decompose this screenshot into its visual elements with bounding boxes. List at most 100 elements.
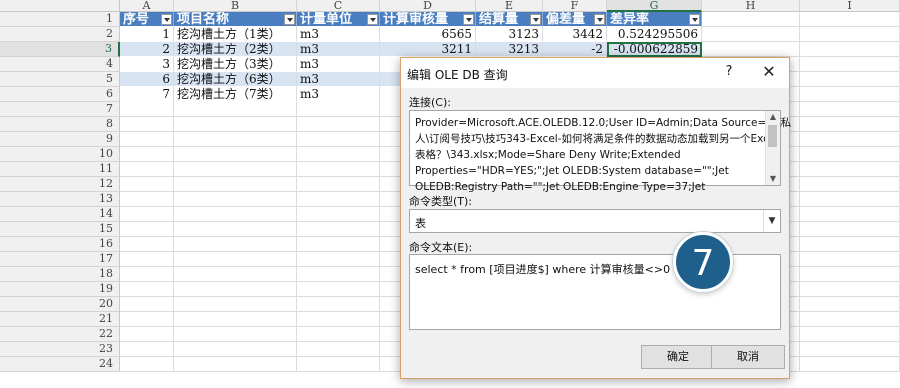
grid-cell[interactable]	[174, 357, 297, 372]
grid-cell[interactable]	[297, 252, 380, 267]
row-header[interactable]: 20	[0, 297, 120, 312]
grid-cell[interactable]	[120, 222, 174, 237]
grid-cell[interactable]	[174, 117, 297, 132]
filter-dropdown-icon[interactable]	[530, 14, 541, 25]
row-header[interactable]: 16	[0, 237, 120, 252]
grid-cell[interactable]	[174, 327, 297, 342]
row-header[interactable]: 17	[0, 252, 120, 267]
grid-cell[interactable]	[702, 42, 800, 57]
filter-dropdown-icon[interactable]	[161, 14, 172, 25]
grid-cell[interactable]	[174, 222, 297, 237]
grid-cell[interactable]	[120, 357, 174, 372]
grid-cell[interactable]	[800, 192, 900, 207]
scroll-up-icon[interactable]: ▲	[766, 111, 780, 123]
grid-cell[interactable]	[800, 327, 900, 342]
grid-cell[interactable]	[120, 237, 174, 252]
column-header-a[interactable]: A	[120, 0, 174, 12]
command-type-select[interactable]: 表 ▼	[409, 209, 781, 233]
grid-cell[interactable]	[800, 132, 900, 147]
grid-cell[interactable]	[800, 162, 900, 177]
grid-cell[interactable]	[174, 132, 297, 147]
row-header[interactable]: 9	[0, 132, 120, 147]
grid-cell[interactable]	[800, 147, 900, 162]
select-all-corner[interactable]	[0, 0, 120, 12]
grid-cell[interactable]	[174, 312, 297, 327]
grid-cell[interactable]	[297, 267, 380, 282]
table-cell[interactable]: 3213	[476, 42, 543, 57]
grid-cell[interactable]	[120, 102, 174, 117]
row-header[interactable]: 5	[0, 72, 120, 87]
table-cell[interactable]: 挖沟槽土方（1类）	[174, 27, 297, 42]
row-header[interactable]: 11	[0, 162, 120, 177]
grid-cell[interactable]	[297, 117, 380, 132]
filter-dropdown-icon[interactable]	[367, 14, 378, 25]
column-header-h[interactable]: H	[702, 0, 800, 12]
grid-cell[interactable]	[120, 132, 174, 147]
grid-cell[interactable]	[120, 252, 174, 267]
dialog-title-bar[interactable]: 编辑 OLE DB 查询 ? ✕	[401, 58, 789, 88]
row-header[interactable]: 12	[0, 177, 120, 192]
table-cell[interactable]: 3211	[380, 42, 476, 57]
grid-cell[interactable]	[800, 12, 900, 27]
column-header-g[interactable]: G	[607, 0, 702, 12]
table-cell[interactable]: 挖沟槽土方（2类）	[174, 42, 297, 57]
table-cell[interactable]: 2	[120, 42, 174, 57]
table-header-cell[interactable]: 计量单位	[297, 12, 380, 27]
grid-cell[interactable]	[800, 72, 900, 87]
grid-cell[interactable]	[297, 357, 380, 372]
table-cell[interactable]: 3442	[543, 27, 607, 42]
row-header[interactable]: 3	[0, 42, 120, 57]
column-header-i[interactable]: I	[800, 0, 900, 12]
ok-button[interactable]: 确定	[641, 345, 715, 369]
grid-cell[interactable]	[297, 237, 380, 252]
scroll-thumb[interactable]	[768, 125, 777, 147]
filter-dropdown-icon[interactable]	[284, 14, 295, 25]
row-header[interactable]: 15	[0, 222, 120, 237]
grid-cell[interactable]	[800, 207, 900, 222]
grid-cell[interactable]	[174, 177, 297, 192]
row-header[interactable]: 22	[0, 327, 120, 342]
cancel-button[interactable]: 取消	[711, 345, 785, 369]
column-header-b[interactable]: B	[174, 0, 297, 12]
grid-cell[interactable]	[800, 87, 900, 102]
row-header[interactable]: 18	[0, 267, 120, 282]
grid-cell[interactable]	[800, 297, 900, 312]
grid-cell[interactable]	[800, 27, 900, 42]
grid-cell[interactable]	[800, 57, 900, 72]
row-header[interactable]: 7	[0, 102, 120, 117]
grid-cell[interactable]	[120, 342, 174, 357]
table-header-cell[interactable]: 差异率	[607, 12, 702, 27]
row-header[interactable]: 14	[0, 207, 120, 222]
grid-cell[interactable]	[800, 177, 900, 192]
grid-cell[interactable]	[174, 162, 297, 177]
table-header-cell[interactable]: 序号	[120, 12, 174, 27]
grid-cell[interactable]	[297, 342, 380, 357]
grid-cell[interactable]	[297, 147, 380, 162]
grid-cell[interactable]	[800, 222, 900, 237]
grid-cell[interactable]	[120, 327, 174, 342]
grid-cell[interactable]	[120, 192, 174, 207]
grid-cell[interactable]	[800, 117, 900, 132]
grid-cell[interactable]	[297, 312, 380, 327]
grid-cell[interactable]	[297, 282, 380, 297]
table-cell[interactable]: 6565	[380, 27, 476, 42]
row-header[interactable]: 8	[0, 117, 120, 132]
row-header[interactable]: 1	[0, 12, 120, 27]
filter-dropdown-icon[interactable]	[594, 14, 605, 25]
grid-cell[interactable]	[174, 147, 297, 162]
grid-cell[interactable]	[174, 237, 297, 252]
grid-cell[interactable]	[120, 207, 174, 222]
table-header-cell[interactable]: 偏差量	[543, 12, 607, 27]
table-cell[interactable]: -0.000622859	[607, 42, 702, 57]
grid-cell[interactable]	[800, 312, 900, 327]
grid-cell[interactable]	[297, 177, 380, 192]
table-cell[interactable]: 3	[120, 57, 174, 72]
grid-cell[interactable]	[800, 237, 900, 252]
table-cell[interactable]: m3	[297, 27, 380, 42]
chevron-down-icon[interactable]: ▼	[763, 210, 780, 232]
table-header-cell[interactable]: 计算审核量	[380, 12, 476, 27]
connection-textbox[interactable]: Provider=Microsoft.ACE.OLEDB.12.0;User I…	[409, 110, 791, 193]
grid-cell[interactable]	[297, 132, 380, 147]
row-header[interactable]: 19	[0, 282, 120, 297]
grid-cell[interactable]	[174, 192, 297, 207]
